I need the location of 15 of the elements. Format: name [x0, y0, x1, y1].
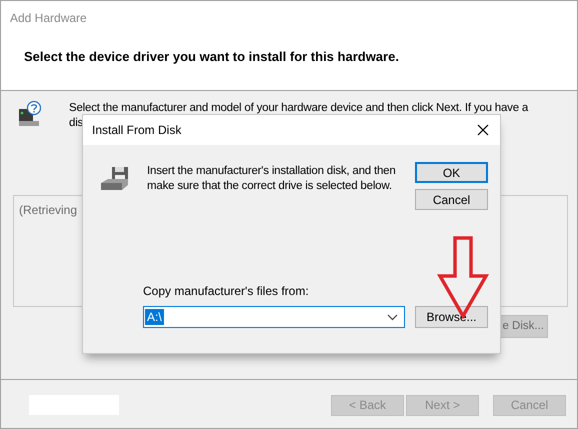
dialog-title: Install From Disk: [92, 122, 182, 139]
dialog-button[interactable]: Cancel: [415, 189, 488, 210]
instruction-text: Select the manufacturer and model of your hardware device and then click Next. If you have a: [69, 101, 528, 116]
field-label: Copy manufacturer's files from:: [143, 283, 310, 300]
hardware-help-icon: [17, 101, 41, 127]
list-text: (Retrieving: [18, 202, 78, 219]
browse-button[interactable]: Browse...: [415, 306, 488, 328]
path-value: A:\: [145, 309, 164, 325]
window-title: Add Hardware: [9, 10, 88, 27]
dropdown-chevron-icon[interactable]: [387, 314, 398, 320]
disk-drive-icon: [100, 166, 130, 192]
dialog-message: Insert the manufacturer's installation disk, and then make sure that the correct drive is selected below.: [147, 164, 397, 194]
dialog-button[interactable]: OK: [415, 162, 488, 183]
path-combo-box[interactable]: A:\: [143, 306, 405, 328]
page-heading: Select the device driver you want to install for this hardware.: [23, 48, 400, 66]
